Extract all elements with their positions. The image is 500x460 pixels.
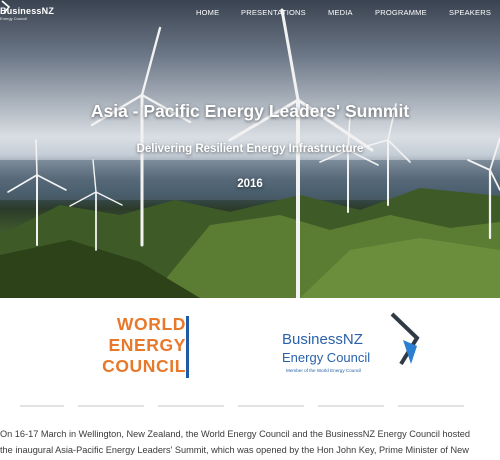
- intro-line: On 16-17 March in Wellington, New Zealan…: [0, 429, 470, 439]
- nav-programme[interactable]: PROGRAMME: [375, 8, 427, 17]
- divider: [20, 405, 64, 407]
- divider: [78, 405, 144, 407]
- hero-banner: BusinessNZ Energy Council HOME PRESENTAT…: [0, 0, 500, 298]
- bnz-logo-member: Member of the World Energy Council: [286, 368, 362, 373]
- divider: [238, 405, 304, 407]
- bnz-logo-mark-icon: [390, 312, 420, 366]
- logo-mark-icon: [1, 0, 10, 14]
- wec-logo-bar: [186, 316, 189, 378]
- nav-media[interactable]: MEDIA: [328, 8, 353, 17]
- intro-line: the inaugural Asia-Pacific Energy Leader…: [0, 445, 469, 455]
- wec-logo-line: ENERGY: [108, 335, 186, 355]
- hero-subtitle: Delivering Resilient Energy Infrastructu…: [136, 143, 364, 155]
- site-logo-subtext: Energy Council: [0, 16, 28, 21]
- nav-presentations[interactable]: PRESENTATIONS: [241, 8, 306, 17]
- divider: [398, 405, 464, 407]
- nav-speakers[interactable]: SPEAKERS: [449, 8, 491, 17]
- divider: [158, 405, 224, 407]
- wec-logo-line: WORLD: [116, 314, 186, 334]
- hero-year: 2016: [237, 178, 263, 190]
- world-energy-council-logo: WORLD ENERGY COUNCIL: [94, 314, 186, 377]
- divider: [318, 405, 384, 407]
- bnz-logo-council: Energy Council: [282, 350, 371, 365]
- wec-logo-line: COUNCIL: [102, 356, 186, 376]
- top-navigation: BusinessNZ Energy Council HOME PRESENTAT…: [0, 0, 500, 26]
- nav-home[interactable]: HOME: [196, 8, 219, 17]
- bnz-logo-name: BusinessNZ: [282, 331, 363, 348]
- hero-title: Asia - Pacific Energy Leaders' Summit: [90, 101, 410, 121]
- intro-paragraph: On 16-17 March in Wellington, New Zealan…: [0, 426, 500, 458]
